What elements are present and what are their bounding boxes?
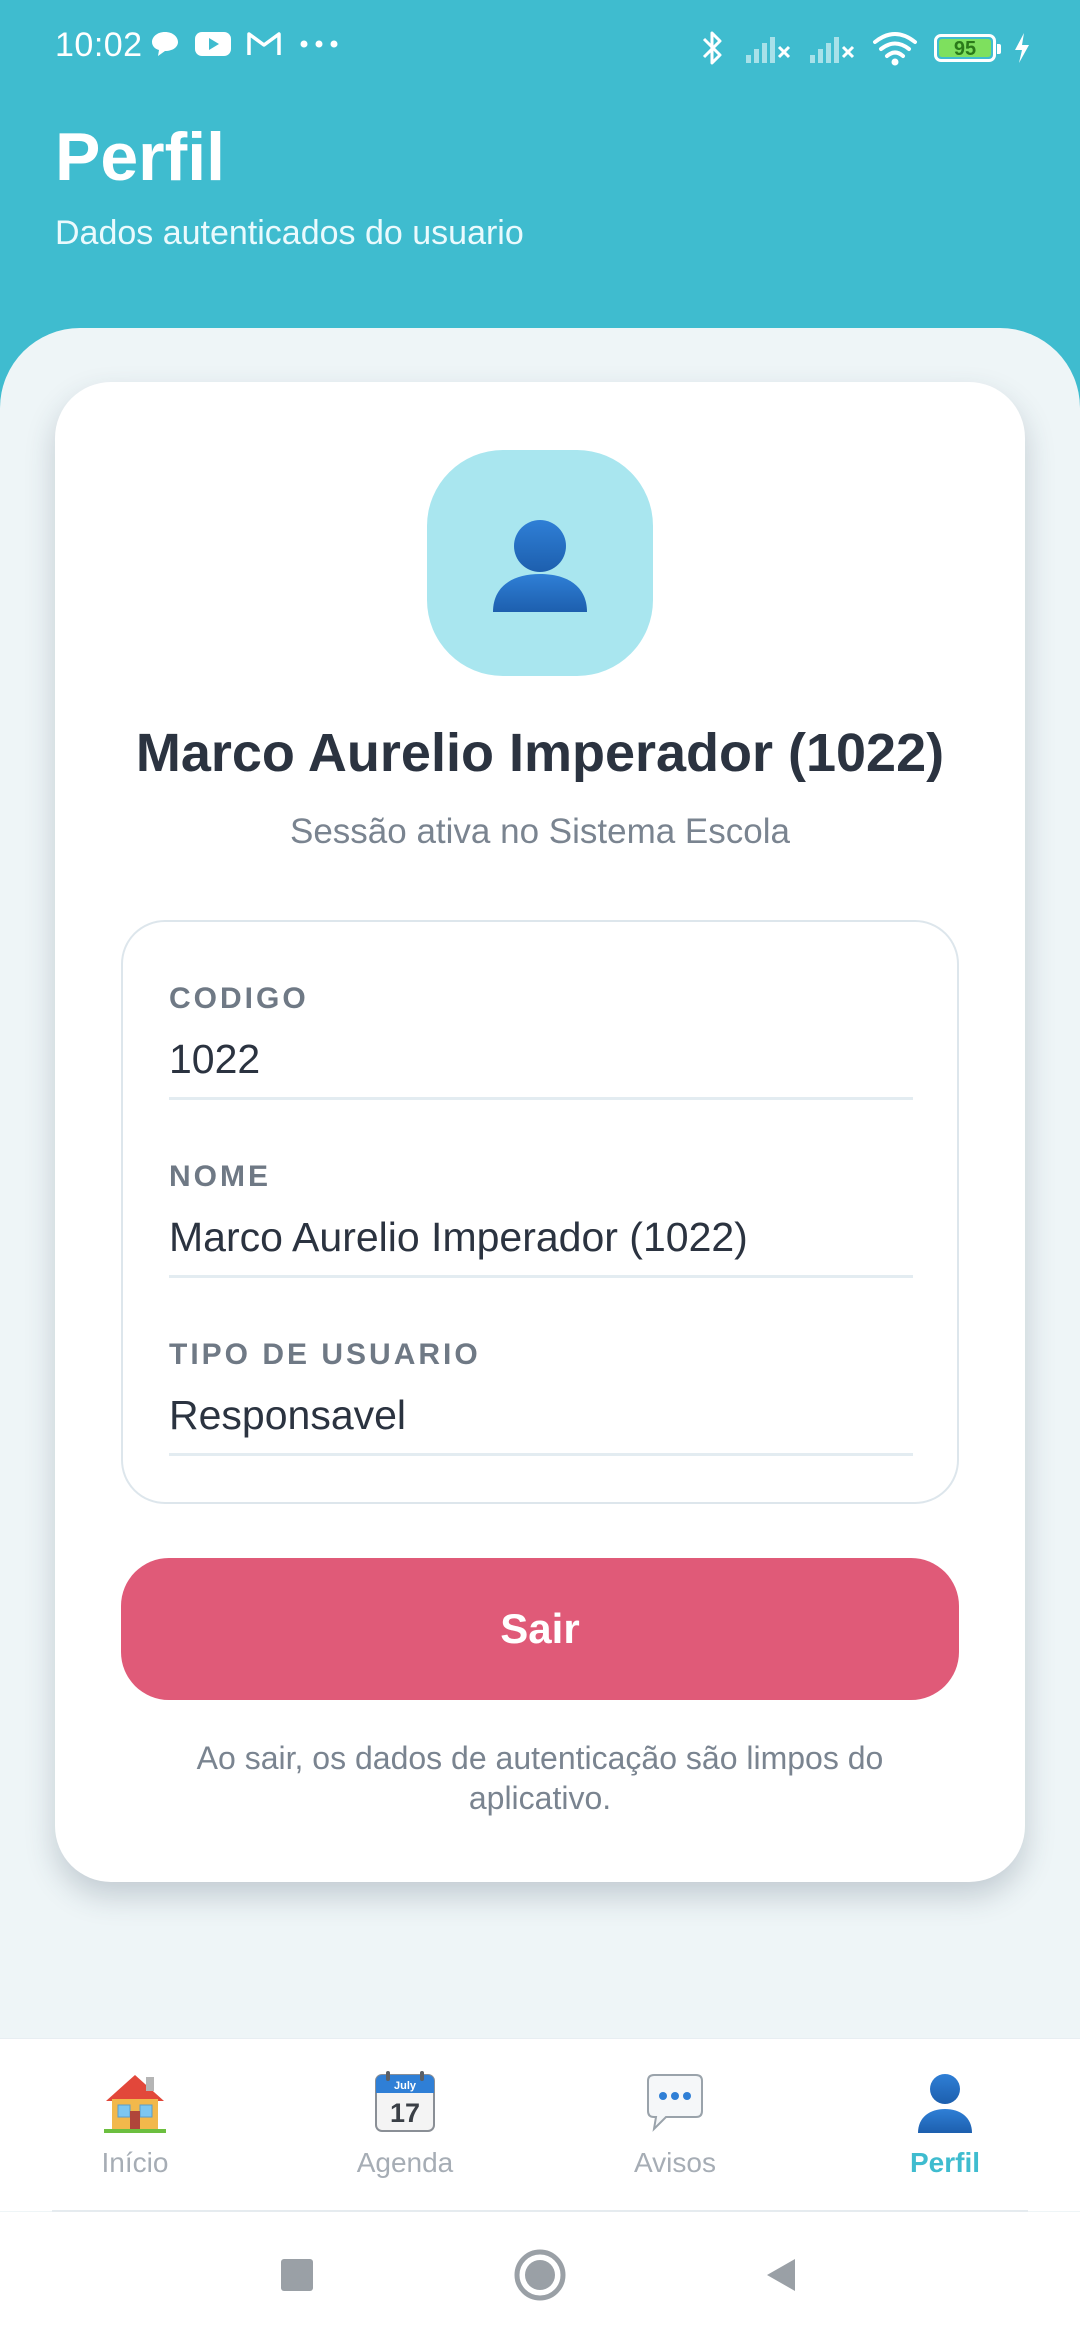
nav-item-inicio[interactable]: Início [35,2067,235,2197]
signal-off-icon [746,37,791,63]
back-triangle-icon [767,2259,795,2291]
page-subtitle: Dados autenticados do usuario [55,214,524,252]
field-value: 1022 [169,1036,261,1082]
field-value: Marco Aurelio Imperador (1022) [169,1214,748,1260]
charging-icon [1015,33,1029,63]
calendar-day: 17 [390,2098,420,2128]
nav-item-perfil[interactable]: Perfil [845,2067,1045,2197]
battery-level: 95 [953,38,977,60]
nav-item-agenda[interactable]: July 17 Agenda [305,2067,505,2197]
wifi-icon [873,32,917,66]
calendar-icon: July 17 [375,2071,435,2132]
user-icon [918,2074,972,2133]
info-row-nome: NOME Marco Aurelio Imperador (1022) [169,1100,913,1278]
system-status-icons: 95 [698,28,1032,68]
avatar [427,450,653,676]
system-navigation-bar [0,2212,1080,2340]
chat-icon [152,32,178,56]
profile-card: Marco Aurelio Imperador (1022) Sessão at… [55,382,1025,1882]
logout-button[interactable]: Sair [121,1558,959,1700]
info-row-codigo: CODIGO 1022 [169,922,913,1100]
youtube-icon [195,32,231,56]
calendar-month: July [394,2080,417,2092]
user-info-panel: CODIGO 1022 NOME Marco Aurelio Imperador… [121,920,959,1504]
field-label: TIPO DE USUARIO [169,1338,481,1371]
user-silhouette-icon [493,520,587,612]
nav-item-avisos[interactable]: Avisos [575,2067,775,2197]
recent-apps-button[interactable] [262,2240,332,2310]
field-value: Responsavel [169,1392,407,1438]
square-icon [281,2259,313,2291]
notification-icons [150,30,342,58]
bottom-navigation: Início July 17 Agenda Avisos Perfil [0,2038,1080,2211]
battery-icon: 95 [934,34,1001,62]
info-row-tipo-usuario: TIPO DE USUARIO Responsavel [169,1278,913,1456]
more-dots-icon [300,40,338,48]
field-label: NOME [169,1160,271,1193]
status-time: 10:02 [55,26,143,64]
nav-label-active: Perfil [909,2147,981,2178]
page-title: Perfil [55,119,226,195]
nav-label: Início [101,2147,169,2178]
user-name: Marco Aurelio Imperador (1022) [135,723,945,783]
status-bar: 10:02 95 [0,0,1080,96]
nav-label: Avisos [634,2147,716,2178]
home-button[interactable] [505,2240,575,2310]
speech-bubble-icon [647,2074,703,2132]
bluetooth-icon [702,31,722,65]
back-button[interactable] [746,2240,816,2310]
session-status-text: Sessão ativa no Sistema Escola [290,812,790,851]
signal-off-icon [810,37,855,63]
field-label: CODIGO [169,982,309,1015]
gmail-icon [247,32,281,55]
logout-note: Ao sair, os dados de autenticação são li… [196,1740,884,1816]
nav-label: Agenda [356,2147,454,2178]
house-icon [104,2075,166,2133]
circle-icon [514,2249,566,2301]
